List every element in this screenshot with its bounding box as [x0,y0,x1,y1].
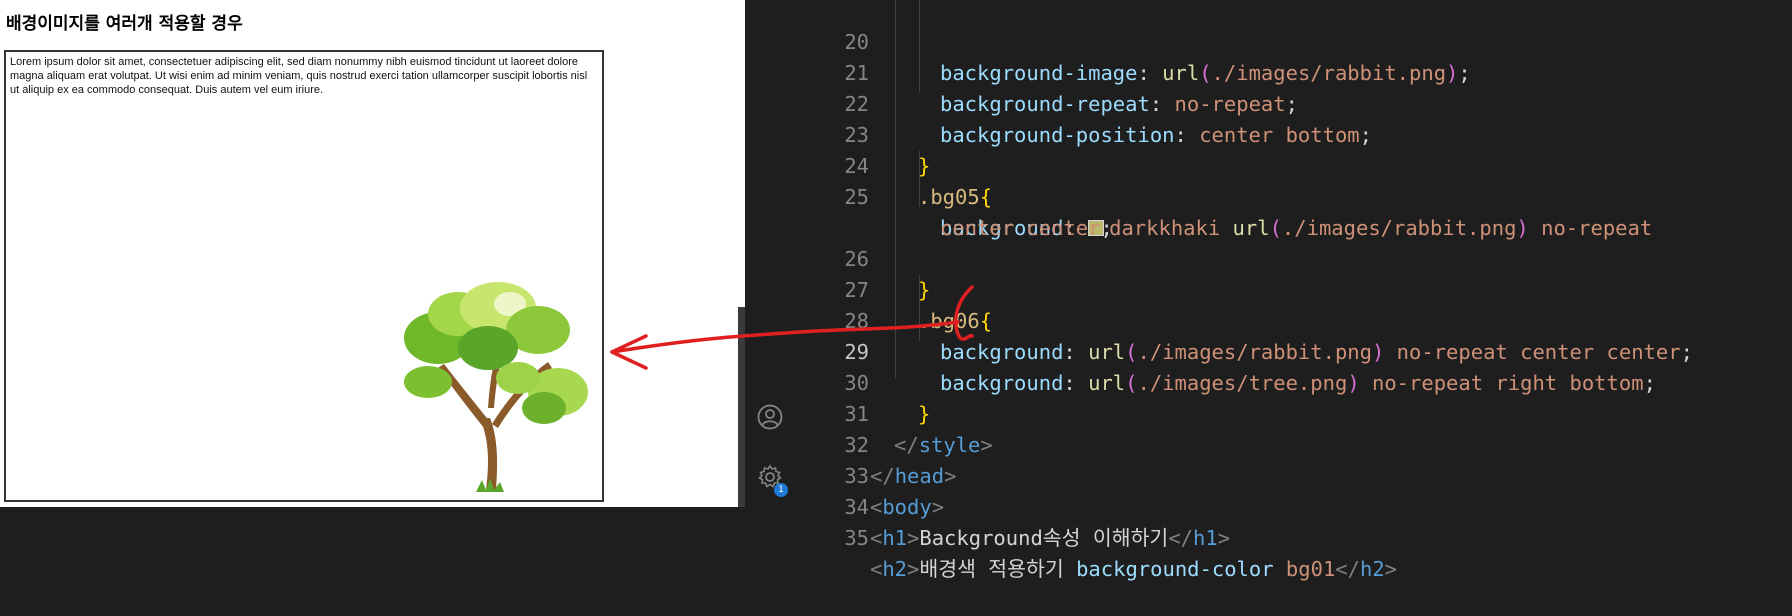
code-line-21[interactable]: 21 background-repeat: no-repeat; [793,27,1792,116]
account-icon[interactable] [757,404,783,430]
code-line-22[interactable]: 22 background-position: center bottom; [793,58,1792,147]
preview-heading: 배경이미지를 여러개 적용할 경우 [6,14,243,34]
code-line-32[interactable]: 32 </head> [793,399,1792,488]
code-line-30[interactable]: 30 } [793,337,1792,426]
code-line-28[interactable]: 28 background: url(./images/rabbit.png) … [793,275,1792,364]
code-area[interactable]: 20 background-image: url(./images/rabbit… [793,0,1792,581]
browser-preview: 배경이미지를 여러개 적용할 경우 Lorem ipsum dolor sit … [0,0,745,507]
lorem-paragraph: Lorem ipsum dolor sit amet, consectetuer… [10,56,588,96]
code-line-33[interactable]: 33 <body> [793,430,1792,519]
code-line-31[interactable]: 31 </style> [793,368,1792,457]
code-line-24[interactable]: 24 .bg05{ [793,120,1792,209]
code-editor: 1 20 background-image: url(./images/rabb… [745,0,1792,581]
code-line-26[interactable]: 26 } [793,213,1792,302]
background-demo-box: Lorem ipsum dolor sit amet, consectetuer… [4,50,604,502]
code-line-35[interactable]: 35 <h2>배경색 적용하기 background-color bg01</h… [793,492,1792,581]
code-line-25-wrap[interactable]: center center; [793,182,1792,240]
activity-bar: 1 [745,0,793,507]
code-line-34[interactable]: 34 <h1>Background속성 이해하기</h1> [793,461,1792,550]
code-line-20[interactable]: 20 background-image: url(./images/rabbit… [793,0,1792,85]
code-line-27[interactable]: 27 .bg06{ [793,244,1792,333]
preview-scrollbar[interactable] [738,307,745,507]
tree-image [404,282,588,492]
code-line-23[interactable]: 23 } [793,89,1792,178]
settings-badge: 1 [774,483,788,497]
code-line-25[interactable]: 25 background: darkkhaki url(./images/ra… [793,151,1792,240]
code-line-29[interactable]: 29 background: url(./images/tree.png) no… [793,306,1792,395]
